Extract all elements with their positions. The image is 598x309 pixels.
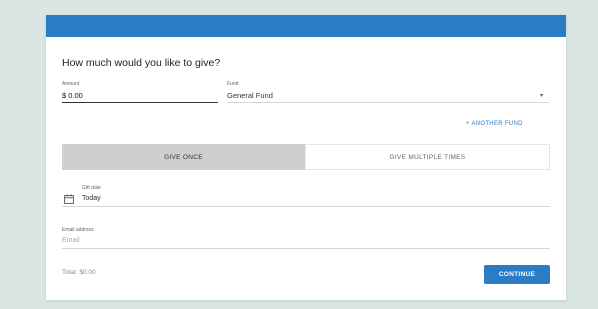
email-input[interactable]: Email (62, 237, 550, 247)
tab-give-once[interactable]: GIVE ONCE (62, 144, 305, 170)
card-header-bar (46, 15, 566, 37)
another-fund-link[interactable]: + ANOTHER FUND (466, 121, 523, 127)
calendar-icon (64, 194, 74, 204)
form-title: How much would you like to give? (62, 57, 221, 69)
gift-date-label: Gift date (82, 185, 101, 191)
donation-form-card: How much would you like to give? Amount … (46, 15, 566, 300)
fund-label: Fund (227, 81, 239, 87)
caret-down-icon[interactable]: ▾ (540, 92, 543, 99)
continue-button[interactable]: CONTINUE (484, 265, 550, 284)
tab-give-multiple-times[interactable]: GIVE MULTIPLE TIMES (305, 144, 550, 170)
amount-underline (62, 102, 218, 104)
gift-date-input[interactable]: Today (82, 195, 101, 202)
fund-select-value: General Fund (227, 91, 273, 100)
fund-underline (227, 102, 549, 103)
email-label: Email address (62, 227, 94, 233)
amount-input[interactable]: $ 0.00 (62, 91, 83, 100)
gift-date-underline (62, 206, 550, 207)
email-underline (62, 248, 550, 249)
total-amount: Total: $0.00 (62, 269, 96, 276)
amount-label: Amount (62, 81, 80, 87)
